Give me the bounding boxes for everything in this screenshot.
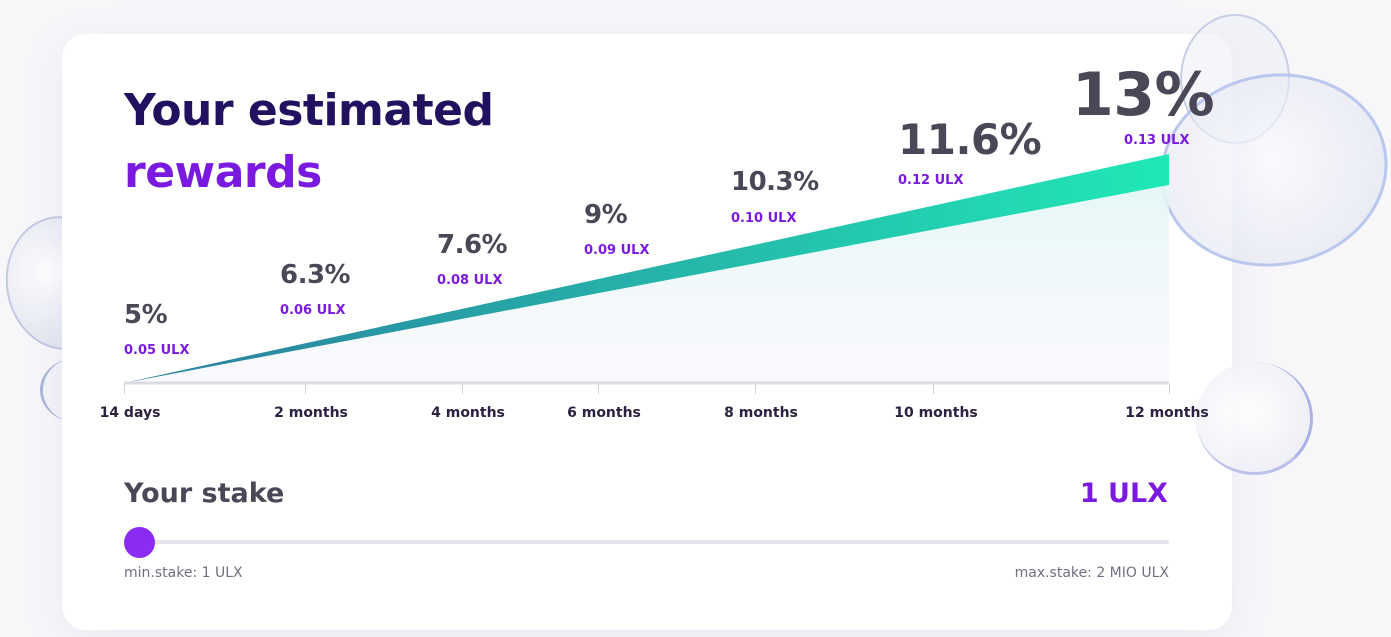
x-axis-label: 4 months <box>431 405 505 421</box>
chart-reward-label: 0.06 ULX <box>280 303 346 318</box>
page-title: Your estimated rewards <box>124 80 494 204</box>
chart-reward-label: 0.13 ULX <box>1124 133 1190 148</box>
stake-slider-track[interactable] <box>124 540 1169 544</box>
x-axis-label: 14 days <box>99 405 161 421</box>
x-axis-label: 8 months <box>724 405 798 421</box>
x-axis-label: 2 months <box>274 405 348 421</box>
x-axis-tick <box>124 384 125 394</box>
max-stake-label: max.stake: 2 MIO ULX <box>1014 565 1169 581</box>
x-axis-tick <box>1169 384 1170 394</box>
chart-rate-label: 6.3% <box>280 260 351 290</box>
x-axis-label: 10 months <box>894 405 978 421</box>
chart-rate-label: 7.6% <box>437 230 508 260</box>
chart-reward-label: 0.08 ULX <box>437 273 503 288</box>
x-axis-tick <box>755 384 756 394</box>
chart-rate-label: 13% <box>1072 60 1215 130</box>
chart-reward-label: 0.12 ULX <box>898 173 964 188</box>
chart-rate-label: 5% <box>124 300 168 330</box>
x-axis-tick <box>305 384 306 394</box>
min-stake-label: min.stake: 1 ULX <box>124 565 243 581</box>
chart-rate-label: 10.3% <box>731 167 819 197</box>
title-line-1: Your estimated <box>124 85 494 136</box>
stake-value: 1 ULX <box>1079 478 1168 509</box>
x-axis-label: 12 months <box>1125 405 1209 421</box>
x-axis-tick <box>598 384 599 394</box>
chart-rate-label: 11.6% <box>898 115 1042 164</box>
stake-slider-thumb[interactable] <box>124 527 155 558</box>
chart-reward-label: 0.10 ULX <box>731 211 797 226</box>
chart-reward-label: 0.09 ULX <box>584 243 650 258</box>
x-axis-label: 6 months <box>567 405 641 421</box>
title-line-2: rewards <box>124 147 322 198</box>
chart-reward-label: 0.05 ULX <box>124 343 190 358</box>
x-axis-tick <box>462 384 463 394</box>
stake-label: Your stake <box>124 478 285 509</box>
chart-rate-label: 9% <box>584 200 628 230</box>
x-axis-tick <box>933 384 934 394</box>
